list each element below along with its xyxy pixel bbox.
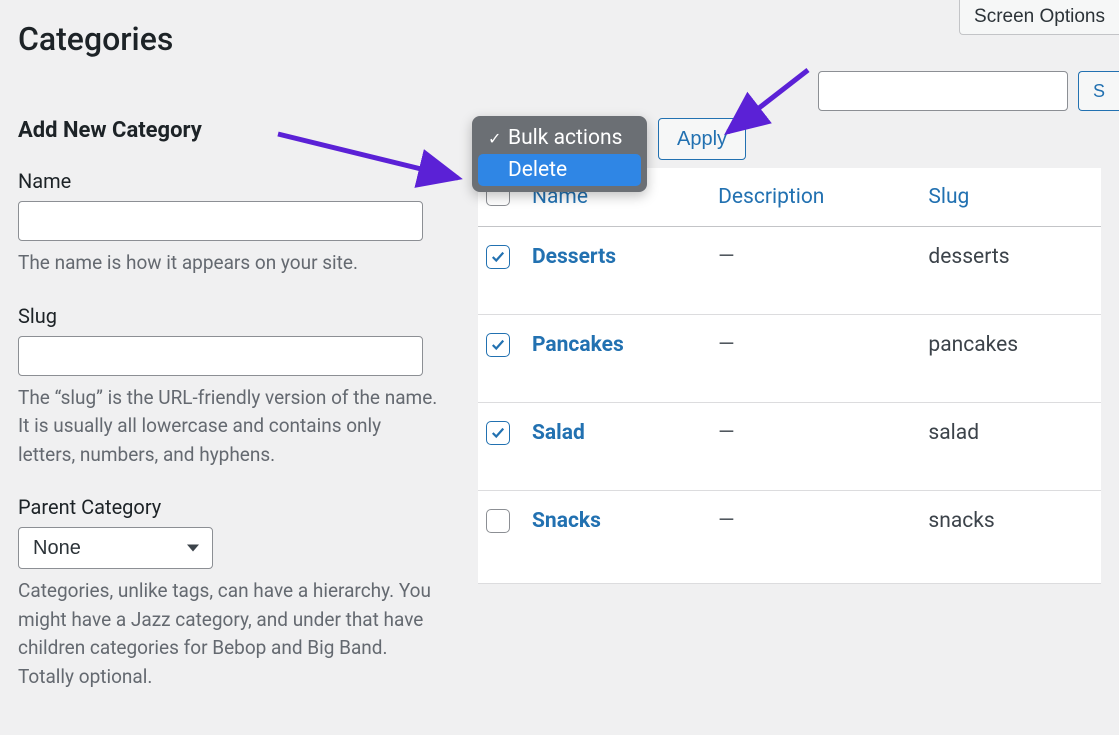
table-row: Snacks—snacks xyxy=(478,491,1101,584)
bulk-option-label: Delete xyxy=(508,158,567,182)
row-slug: pancakes xyxy=(918,315,1101,403)
name-label: Name xyxy=(18,169,448,193)
row-checkbox[interactable] xyxy=(486,421,510,445)
screen-options-button[interactable]: Screen Options xyxy=(959,0,1119,35)
table-row: Salad—salad xyxy=(478,403,1101,491)
table-row: Pancakes—pancakes xyxy=(478,315,1101,403)
row-description: — xyxy=(708,491,918,584)
row-name[interactable]: Snacks xyxy=(522,491,708,584)
row-description: — xyxy=(708,227,918,315)
bulk-option-label: Bulk actions xyxy=(508,126,622,150)
row-name[interactable]: Desserts xyxy=(522,227,708,315)
row-checkbox[interactable] xyxy=(486,245,510,269)
add-new-heading: Add New Category xyxy=(18,118,448,143)
apply-button[interactable]: Apply xyxy=(658,118,746,160)
parent-desc: Categories, unlike tags, can have a hier… xyxy=(18,577,438,691)
row-checkbox[interactable] xyxy=(486,509,510,533)
parent-select[interactable]: None xyxy=(18,527,213,569)
row-slug: desserts xyxy=(918,227,1101,315)
row-name[interactable]: Salad xyxy=(522,403,708,491)
parent-label: Parent Category xyxy=(18,495,448,519)
table-row: Desserts—desserts xyxy=(478,227,1101,315)
slug-desc: The “slug” is the URL-friendly version o… xyxy=(18,384,438,470)
bulk-actions-dropdown: ✓ Bulk actions Delete xyxy=(472,116,647,192)
row-checkbox[interactable] xyxy=(486,333,510,357)
check-icon: ✓ xyxy=(488,129,504,148)
search-input[interactable] xyxy=(818,71,1068,111)
slug-input[interactable] xyxy=(18,336,423,376)
slug-label: Slug xyxy=(18,304,448,328)
bulk-option-delete[interactable]: Delete xyxy=(478,154,641,186)
bulk-option-bulk-actions[interactable]: ✓ Bulk actions xyxy=(478,122,641,154)
name-desc: The name is how it appears on your site. xyxy=(18,249,438,278)
row-description: — xyxy=(708,403,918,491)
row-description: — xyxy=(708,315,918,403)
col-description[interactable]: Description xyxy=(708,168,918,227)
categories-table: Name Description Slug Desserts—dessertsP… xyxy=(478,168,1101,584)
col-slug[interactable]: Slug xyxy=(918,168,1101,227)
search-button[interactable]: S xyxy=(1078,71,1119,111)
row-slug: salad xyxy=(918,403,1101,491)
row-slug: snacks xyxy=(918,491,1101,584)
row-name[interactable]: Pancakes xyxy=(522,315,708,403)
name-input[interactable] xyxy=(18,201,423,241)
